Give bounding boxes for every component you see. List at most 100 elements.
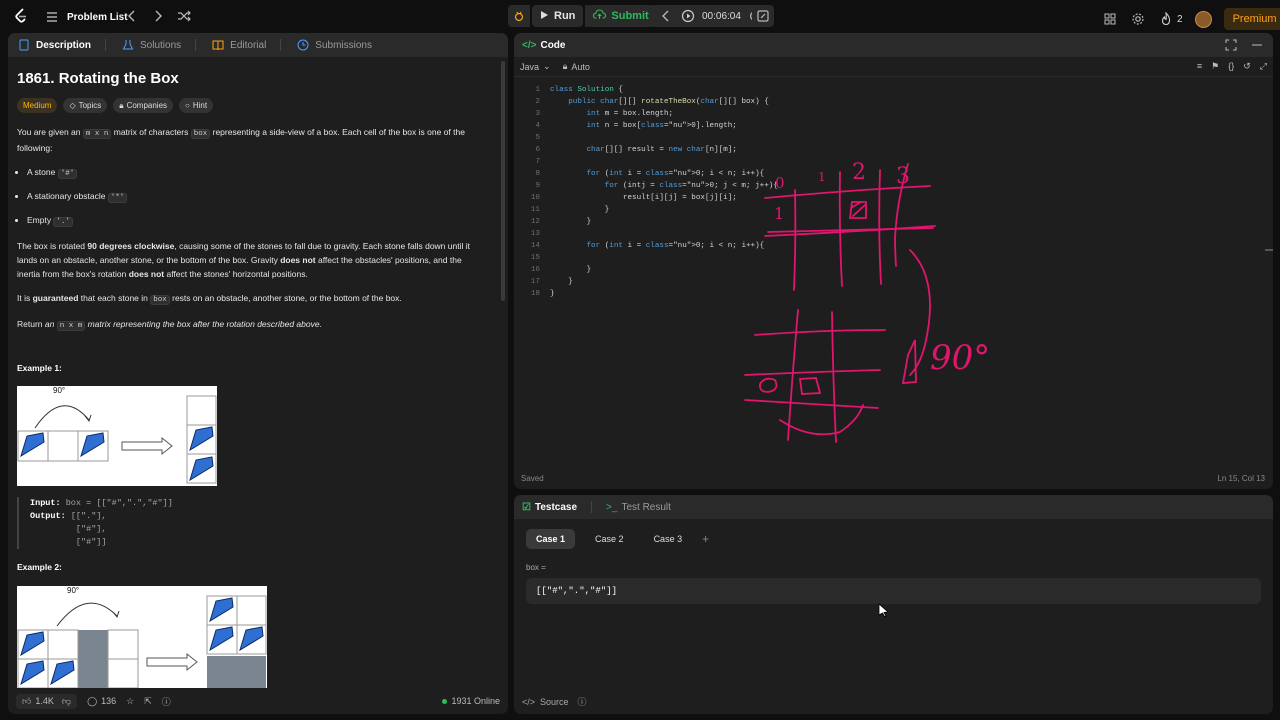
streak-counter[interactable]: 2 [1158, 11, 1183, 27]
inline-code: n x m [56, 321, 86, 331]
line-source: result[i][j] = box[j][i]; [550, 194, 737, 202]
problem-list-link[interactable]: Problem List [44, 9, 128, 25]
left-tab-bar: Description Solutions Editorial Submissi… [8, 33, 508, 57]
language-label: Java [520, 61, 540, 72]
format-icon[interactable]: ≡ [1197, 61, 1202, 72]
code-line[interactable]: 1 class Solution { [520, 84, 1260, 96]
editor-toolbar: Java ⌄ 🔒︎ Auto ≡ ⚑ {} ↺ ⤢ [514, 57, 1273, 77]
code-line[interactable]: 4 int n = box[class="nu">0].length; [520, 120, 1260, 132]
code-brackets-icon: </> [522, 696, 536, 707]
text: affect the stones' horizontal positions. [164, 269, 308, 279]
share-icon[interactable]: ⇱ [144, 696, 152, 707]
help-icon[interactable]: ⓘ [162, 695, 171, 708]
list-item: A stationary obstacle '*' [27, 189, 487, 205]
bold-text: guaranteed [32, 293, 79, 303]
case-tabs: Case 1 Case 2 Case 3 + [526, 529, 1261, 549]
shuffle-icon[interactable] [176, 8, 192, 24]
line-number: 8 [535, 170, 540, 178]
braces-icon[interactable]: {} [1228, 61, 1234, 72]
text: You are given an [17, 127, 83, 137]
reset-code-icon[interactable]: ↺ [1243, 61, 1251, 72]
online-count: 1931 Online [451, 696, 500, 706]
variable-input[interactable]: [["#",".","#"]] [526, 578, 1261, 604]
premium-button[interactable]: Premium [1223, 8, 1280, 30]
like-button[interactable]: 👍︎ 1.4K 👎︎ [16, 693, 78, 709]
tab-submissions[interactable]: Submissions [295, 37, 372, 53]
line-number: 4 [535, 122, 540, 130]
line-source: } [550, 278, 573, 286]
chevron-left-icon[interactable] [124, 8, 140, 24]
star-icon[interactable]: ☆ [126, 696, 134, 707]
line-number: 14 [530, 242, 540, 250]
minimize-icon[interactable] [1249, 37, 1265, 53]
line-number: 10 [530, 194, 540, 202]
case-3-tab[interactable]: Case 3 [644, 529, 693, 549]
line-number: 16 [530, 266, 540, 274]
source-link[interactable]: </> Source ⓘ [522, 695, 587, 708]
tab-test-result[interactable]: >_ Test Result [606, 502, 671, 513]
thumbs-down-icon[interactable]: 👎︎ [62, 696, 71, 707]
layout-grid-icon[interactable] [1102, 11, 1118, 27]
case-1-tab[interactable]: Case 1 [526, 529, 576, 549]
statement-paragraph: You are given an m x n matrix of charact… [17, 125, 487, 155]
chevron-down-icon: ⌄ [543, 61, 551, 71]
tab-divider [195, 39, 197, 51]
inline-code: m x n [82, 129, 112, 139]
history-icon [295, 37, 311, 53]
line-source: } [550, 266, 592, 274]
hint-chip[interactable]: ○ Hint [179, 98, 214, 113]
difficulty-badge[interactable]: Medium [17, 98, 58, 113]
auto-mode[interactable]: 🔒︎ Auto [563, 61, 590, 72]
text: Return [17, 319, 45, 329]
companies-chip[interactable]: 🔒︎ Companies [113, 98, 174, 113]
example-1-code: Input: box = [["#",".","#"]] Output: [["… [17, 497, 173, 549]
annotation-col-0: 0 [775, 174, 785, 192]
collapse-timer-icon[interactable] [658, 8, 674, 24]
chevron-right-icon[interactable] [150, 8, 166, 24]
code-line[interactable]: 2 public char[][] rotateTheBox(char[][] … [520, 96, 1260, 108]
text: Empty [27, 215, 54, 225]
case-2-tab[interactable]: Case 2 [585, 529, 634, 549]
code-brackets-icon: </> [522, 39, 537, 51]
fullscreen-icon[interactable]: ⤢ [1260, 61, 1267, 72]
tab-description[interactable]: Description [16, 37, 91, 53]
top-bar: Problem List Run Submit 00:06:04 2 Premi… [0, 0, 1280, 32]
text: It is [17, 293, 33, 303]
list-item: A stone '#' [27, 165, 487, 181]
bookmark-icon[interactable]: ⚑ [1211, 61, 1219, 72]
line-source: } [550, 290, 555, 298]
notes-icon[interactable] [752, 5, 774, 27]
lightbulb-icon: ○ [185, 100, 190, 110]
output-label: Output: [30, 511, 66, 521]
add-case-icon[interactable]: + [702, 532, 709, 546]
text: A stone [27, 167, 58, 177]
line-number: 18 [530, 290, 540, 298]
comments-button[interactable]: ◯ 136 [87, 696, 116, 707]
code-title: Code [540, 39, 566, 51]
submit-button[interactable]: Submit [585, 5, 657, 27]
run-button[interactable]: Run [532, 5, 584, 27]
tab-testcase[interactable]: ☑ Testcase [522, 502, 577, 513]
code-line[interactable]: 5 [520, 132, 1260, 144]
tab-divider [280, 39, 282, 51]
problem-description: 1861. Rotating the Box Medium ◇ Topics 🔒︎… [17, 71, 487, 343]
debug-icon[interactable] [508, 5, 530, 27]
text: A stationary obstacle [27, 191, 108, 201]
topics-chip[interactable]: ◇ Topics [63, 98, 108, 113]
italic-text: an [44, 319, 57, 329]
list-icon [44, 9, 60, 25]
tab-code[interactable]: </> Code [522, 40, 565, 51]
scrollbar[interactable] [501, 61, 505, 301]
play-icon [540, 10, 549, 23]
gear-icon[interactable] [1130, 11, 1146, 27]
code-line[interactable]: 3 int m = box.length; [520, 108, 1260, 120]
tab-solutions[interactable]: Solutions [120, 37, 181, 53]
tab-editorial[interactable]: Editorial [210, 37, 266, 53]
language-select[interactable]: Java ⌄ [520, 61, 551, 72]
example-1-image [17, 386, 217, 486]
maximize-icon[interactable] [1223, 37, 1239, 53]
logo[interactable] [14, 8, 28, 24]
checkbox-icon: ☑ [522, 501, 531, 513]
line-number: 1 [535, 86, 540, 94]
avatar[interactable] [1194, 10, 1212, 28]
